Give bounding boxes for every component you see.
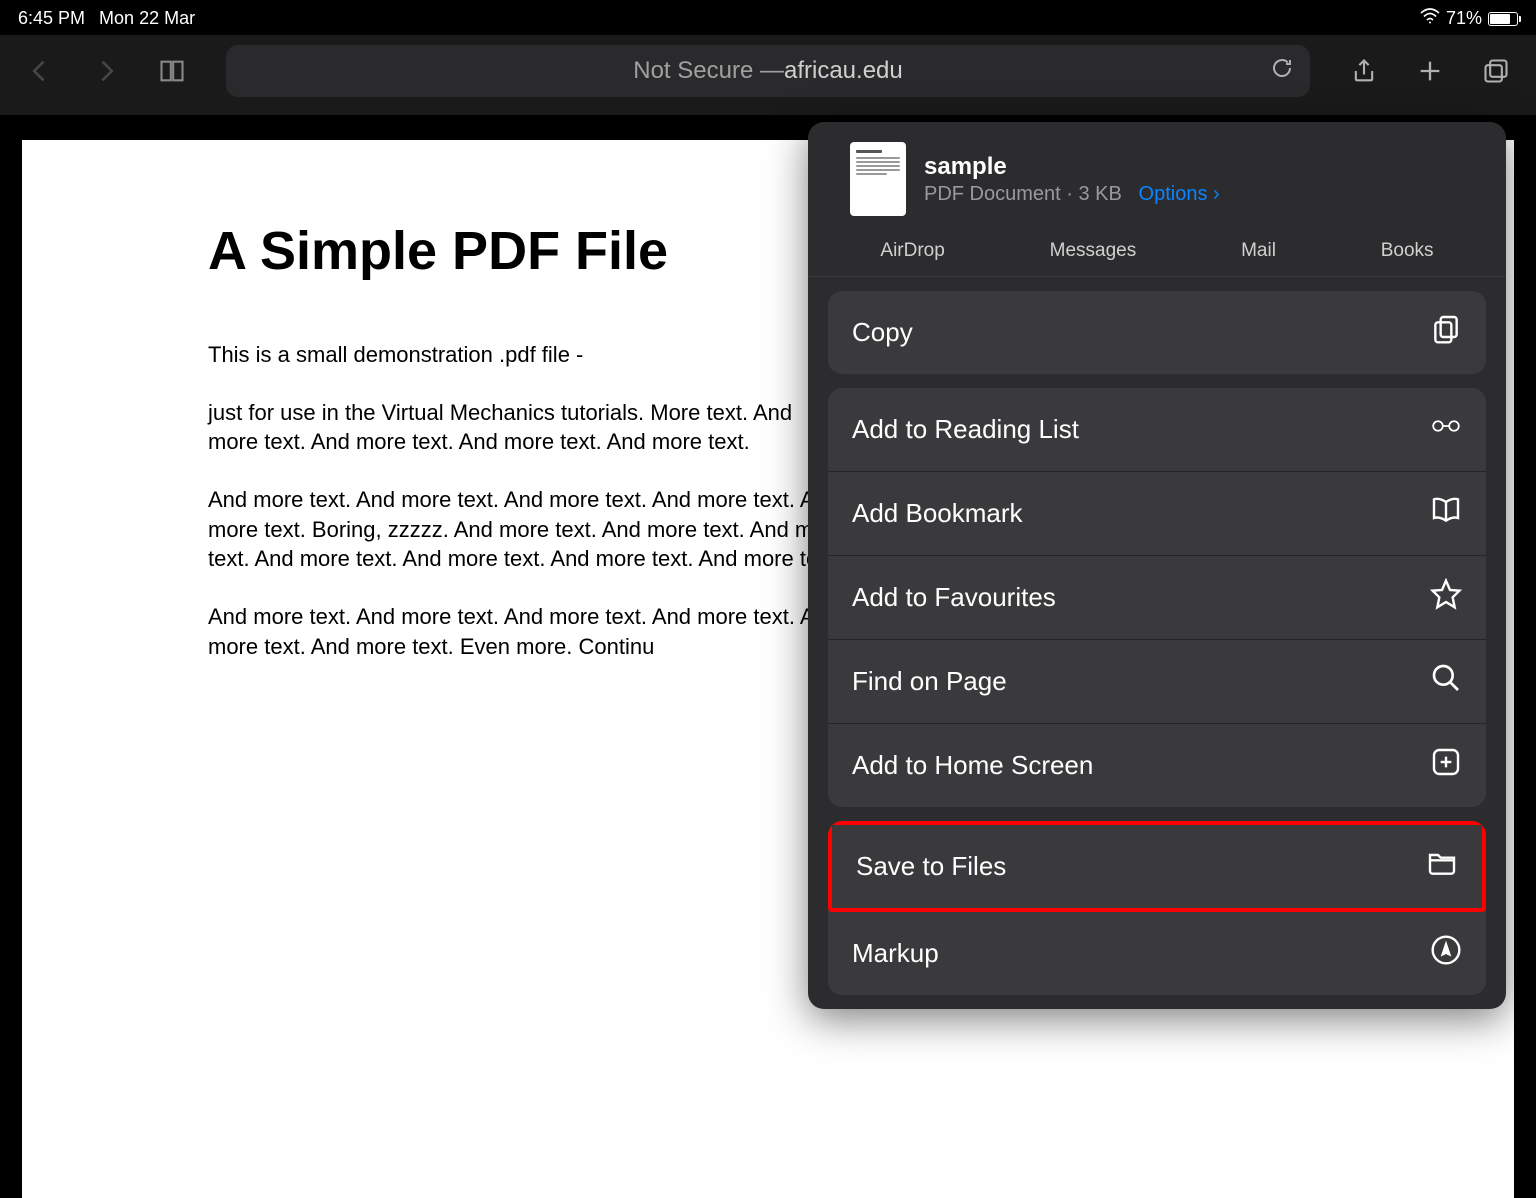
copy-icon [1430, 313, 1462, 352]
share-action-reading-list[interactable]: Add to Reading List [828, 388, 1486, 472]
share-file-subtitle: PDF Document · 3 KB [924, 183, 1122, 205]
chevron-right-icon: › [1213, 183, 1220, 205]
share-file-title: sample [924, 153, 1482, 181]
folder-icon [1426, 847, 1458, 886]
share-header: sample PDF Document · 3 KB Options › [808, 122, 1506, 234]
share-action-homescreen[interactable]: Add to Home Screen [828, 724, 1486, 807]
pdf-paragraph: And more text. And more text. And more t… [208, 485, 848, 574]
plus-square-icon [1430, 746, 1462, 785]
tabs-button[interactable] [1474, 49, 1518, 93]
share-action-find[interactable]: Find on Page [828, 640, 1486, 724]
pdf-paragraph: And more text. And more text. And more t… [208, 602, 848, 661]
share-options-link[interactable]: Options › [1139, 183, 1220, 205]
search-icon [1430, 662, 1462, 701]
new-tab-button[interactable] [1408, 49, 1452, 93]
markup-icon [1430, 934, 1462, 973]
share-button[interactable] [1342, 49, 1386, 93]
back-button[interactable] [18, 49, 62, 93]
share-action-save-to-files[interactable]: Save to Files [828, 821, 1486, 912]
pdf-paragraph: This is a small demonstration .pdf file … [208, 340, 848, 370]
battery-percent: 71% [1446, 8, 1482, 29]
wifi-icon [1420, 8, 1440, 29]
book-open-icon [1430, 494, 1462, 533]
url-bar[interactable]: Not Secure — africau.edu [226, 45, 1310, 97]
status-bar: 6:45 PM Mon 22 Mar 71% [0, 0, 1536, 35]
bookmarks-button[interactable] [150, 49, 194, 93]
glasses-icon [1430, 410, 1462, 449]
url-not-secure: Not Secure — [633, 57, 784, 85]
pdf-paragraph: just for use in the Virtual Mechanics tu… [208, 398, 848, 457]
share-action-bookmark[interactable]: Add Bookmark [828, 472, 1486, 556]
share-app-messages[interactable]: Messages [1050, 240, 1137, 262]
url-domain: africau.edu [784, 57, 903, 85]
status-time: 6:45 PM [18, 8, 85, 29]
star-icon [1430, 578, 1462, 617]
share-apps-row: AirDrop Messages Mail Books [808, 234, 1506, 277]
share-app-airdrop[interactable]: AirDrop [880, 240, 944, 262]
browser-toolbar: Not Secure — africau.edu [0, 35, 1536, 115]
document-thumbnail-icon [850, 142, 906, 216]
share-action-favourites[interactable]: Add to Favourites [828, 556, 1486, 640]
share-action-markup[interactable]: Markup [828, 912, 1486, 995]
forward-button[interactable] [84, 49, 128, 93]
share-sheet: sample PDF Document · 3 KB Options › Air… [808, 122, 1506, 1009]
share-action-copy[interactable]: Copy [828, 291, 1486, 374]
status-date: Mon 22 Mar [99, 8, 195, 29]
share-app-mail[interactable]: Mail [1241, 240, 1276, 262]
share-app-books[interactable]: Books [1381, 240, 1434, 262]
battery-icon [1488, 12, 1518, 26]
reload-button[interactable] [1270, 56, 1294, 87]
